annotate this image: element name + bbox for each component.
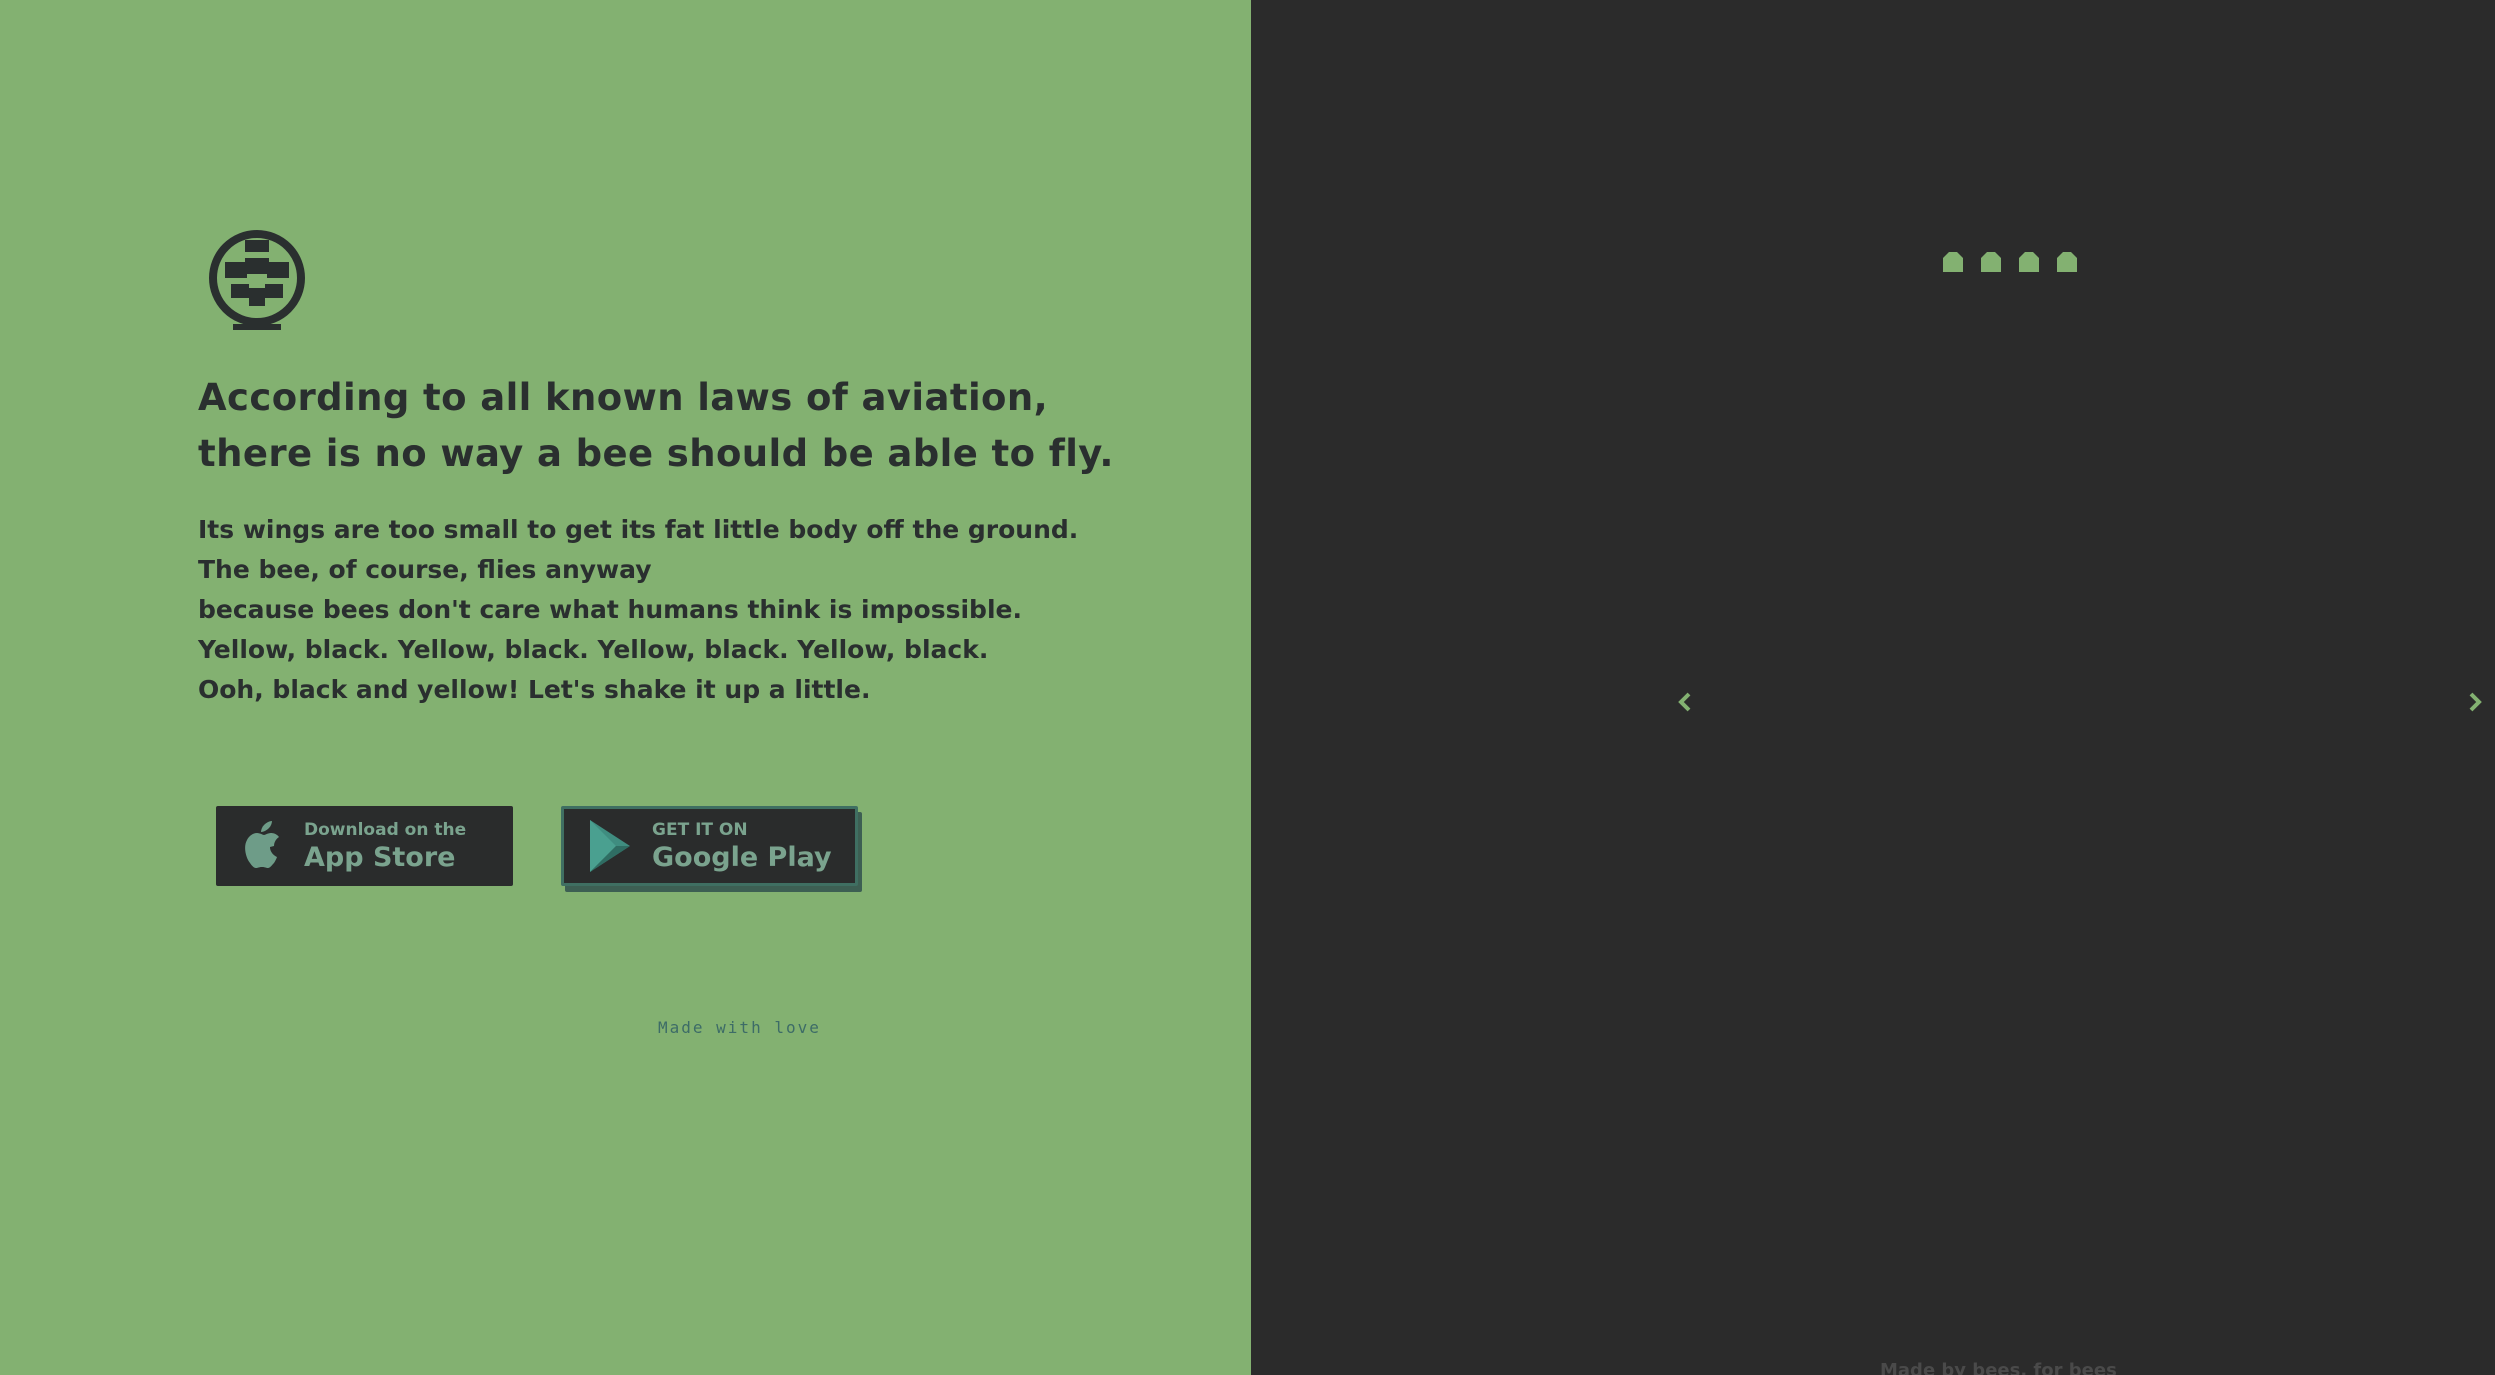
hero-panel: According to all known laws of aviation,… xyxy=(0,0,1251,1375)
chevron-right-icon[interactable] xyxy=(2463,690,2487,714)
bee-icon[interactable] xyxy=(2054,248,2080,274)
google-play-label: GET IT ON Google Play xyxy=(652,819,832,873)
description-line: Yellow, black. Yellow, black. Yellow, bl… xyxy=(198,635,989,664)
bee-icon[interactable] xyxy=(1978,248,2004,274)
app-store-big-text: App Store xyxy=(304,841,456,873)
bee-icon[interactable] xyxy=(2016,248,2042,274)
app-store-button[interactable]: Download on the App Store xyxy=(216,806,513,886)
description-line: because bees don't care what humans thin… xyxy=(198,595,1022,624)
description-line: The bee, of course, flies anyway xyxy=(198,555,652,584)
hero-description: Its wings are too small to get its fat l… xyxy=(198,510,1138,710)
bee-globe-logo-icon xyxy=(209,230,305,330)
apple-icon xyxy=(245,821,279,868)
hero-headline-line: there is no way a bee should be able to … xyxy=(198,432,1114,475)
footer-note: Made by bees, for bees xyxy=(1880,1360,2117,1375)
gallery-indicator-icons xyxy=(1940,248,2080,274)
chevron-left-icon[interactable] xyxy=(1673,690,1697,714)
google-play-small-text: GET IT ON xyxy=(652,819,748,840)
landing-page: According to all known laws of aviation,… xyxy=(0,0,2495,1375)
google-play-icon xyxy=(590,820,630,872)
description-line: Ooh, black and yellow! Let's shake it up… xyxy=(198,675,871,704)
google-play-big-text: Google Play xyxy=(652,841,832,873)
tagline: Made with love xyxy=(658,1018,821,1037)
gallery-panel xyxy=(1251,0,2495,1375)
bee-icon[interactable] xyxy=(1940,248,1966,274)
google-play-button[interactable]: GET IT ON Google Play xyxy=(561,806,858,886)
app-store-label: Download on the App Store xyxy=(304,819,467,873)
description-line: Its wings are too small to get its fat l… xyxy=(198,515,1079,544)
hero-headline: According to all known laws of aviation,… xyxy=(198,370,1118,482)
hero-headline-line: According to all known laws of aviation, xyxy=(198,376,1049,419)
app-store-small-text: Download on the xyxy=(304,819,467,840)
